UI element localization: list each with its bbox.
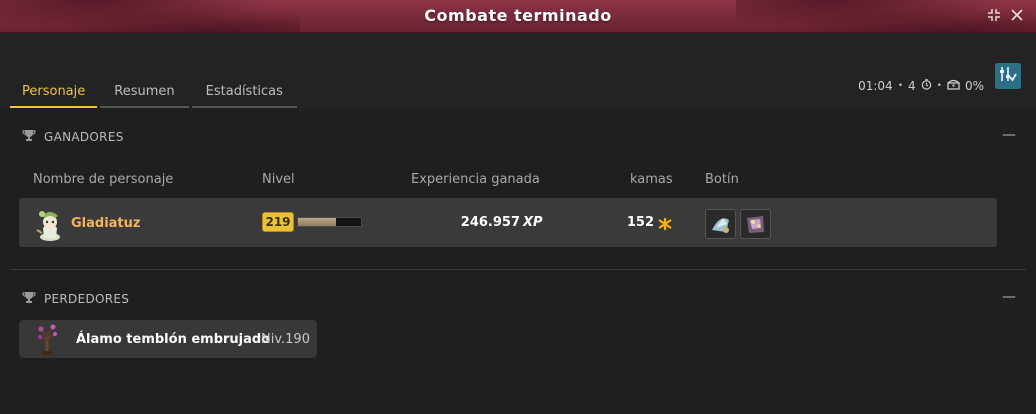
col-header-name: Nombre de personaje (33, 172, 174, 187)
tab-estadisticas[interactable]: Estadísticas (191, 76, 297, 108)
minimize-icon[interactable] (986, 8, 1002, 24)
tab-bar: Personaje Resumen Estadísticas (10, 76, 297, 108)
chest-icon (947, 79, 960, 93)
collapse-losers-button[interactable]: — (1002, 289, 1016, 305)
xp-progress-bar (297, 217, 362, 227)
kamas-icon (657, 216, 673, 235)
xp-unit: XP (523, 215, 543, 230)
tab-personaje[interactable]: Personaje (10, 76, 98, 108)
xp-gained-value: 246.957 (460, 215, 520, 230)
winners-title: GANADORES (44, 130, 124, 144)
winners-header: GANADORES (22, 129, 124, 145)
monster-name: Álamo temblón embrujado (76, 332, 271, 347)
losers-title: PERDEDORES (44, 292, 130, 306)
col-header-xp: Experiencia ganada (411, 172, 540, 187)
loot-item-1[interactable] (705, 209, 736, 239)
level-badge: 219 (262, 212, 294, 232)
turn-count: 4 (908, 79, 916, 93)
resource-item-icon (747, 216, 764, 233)
title-bar: Combate terminado (0, 0, 1036, 33)
col-header-loot: Botín (705, 172, 739, 187)
filter-settings-icon (999, 65, 1017, 87)
trophy-icon (22, 291, 36, 307)
separator-dot: • (936, 81, 942, 91)
crystal-item-icon (712, 218, 729, 233)
collapse-winners-button[interactable]: — (1002, 127, 1016, 143)
level-value: 219 (265, 215, 291, 229)
character-avatar (35, 206, 67, 242)
xp-progress-fill (298, 218, 336, 226)
separator-dot: • (897, 81, 903, 91)
monster-avatar (36, 323, 58, 359)
content-panel (0, 108, 1036, 414)
close-icon[interactable] (1009, 8, 1025, 24)
timer-icon (921, 79, 932, 93)
fight-status: 01:04 • 4 • 0% (858, 79, 984, 93)
window-title: Combate terminado (424, 6, 612, 25)
col-header-level: Nivel (262, 172, 295, 187)
tab-resumen[interactable]: Resumen (100, 76, 189, 108)
losers-header: PERDEDORES (22, 291, 129, 307)
section-divider (10, 269, 1026, 270)
character-name[interactable]: Gladiatuz (71, 216, 140, 231)
kamas-value: 152 (626, 215, 654, 230)
col-header-kamas: kamas (630, 172, 673, 187)
loot-item-2[interactable] (740, 209, 771, 239)
loot-bonus: 0% (964, 79, 984, 93)
trophy-icon (22, 129, 36, 145)
fight-time: 01:04 (858, 79, 893, 93)
settings-button[interactable] (995, 63, 1021, 89)
monster-level: Niv.190 (261, 332, 310, 347)
